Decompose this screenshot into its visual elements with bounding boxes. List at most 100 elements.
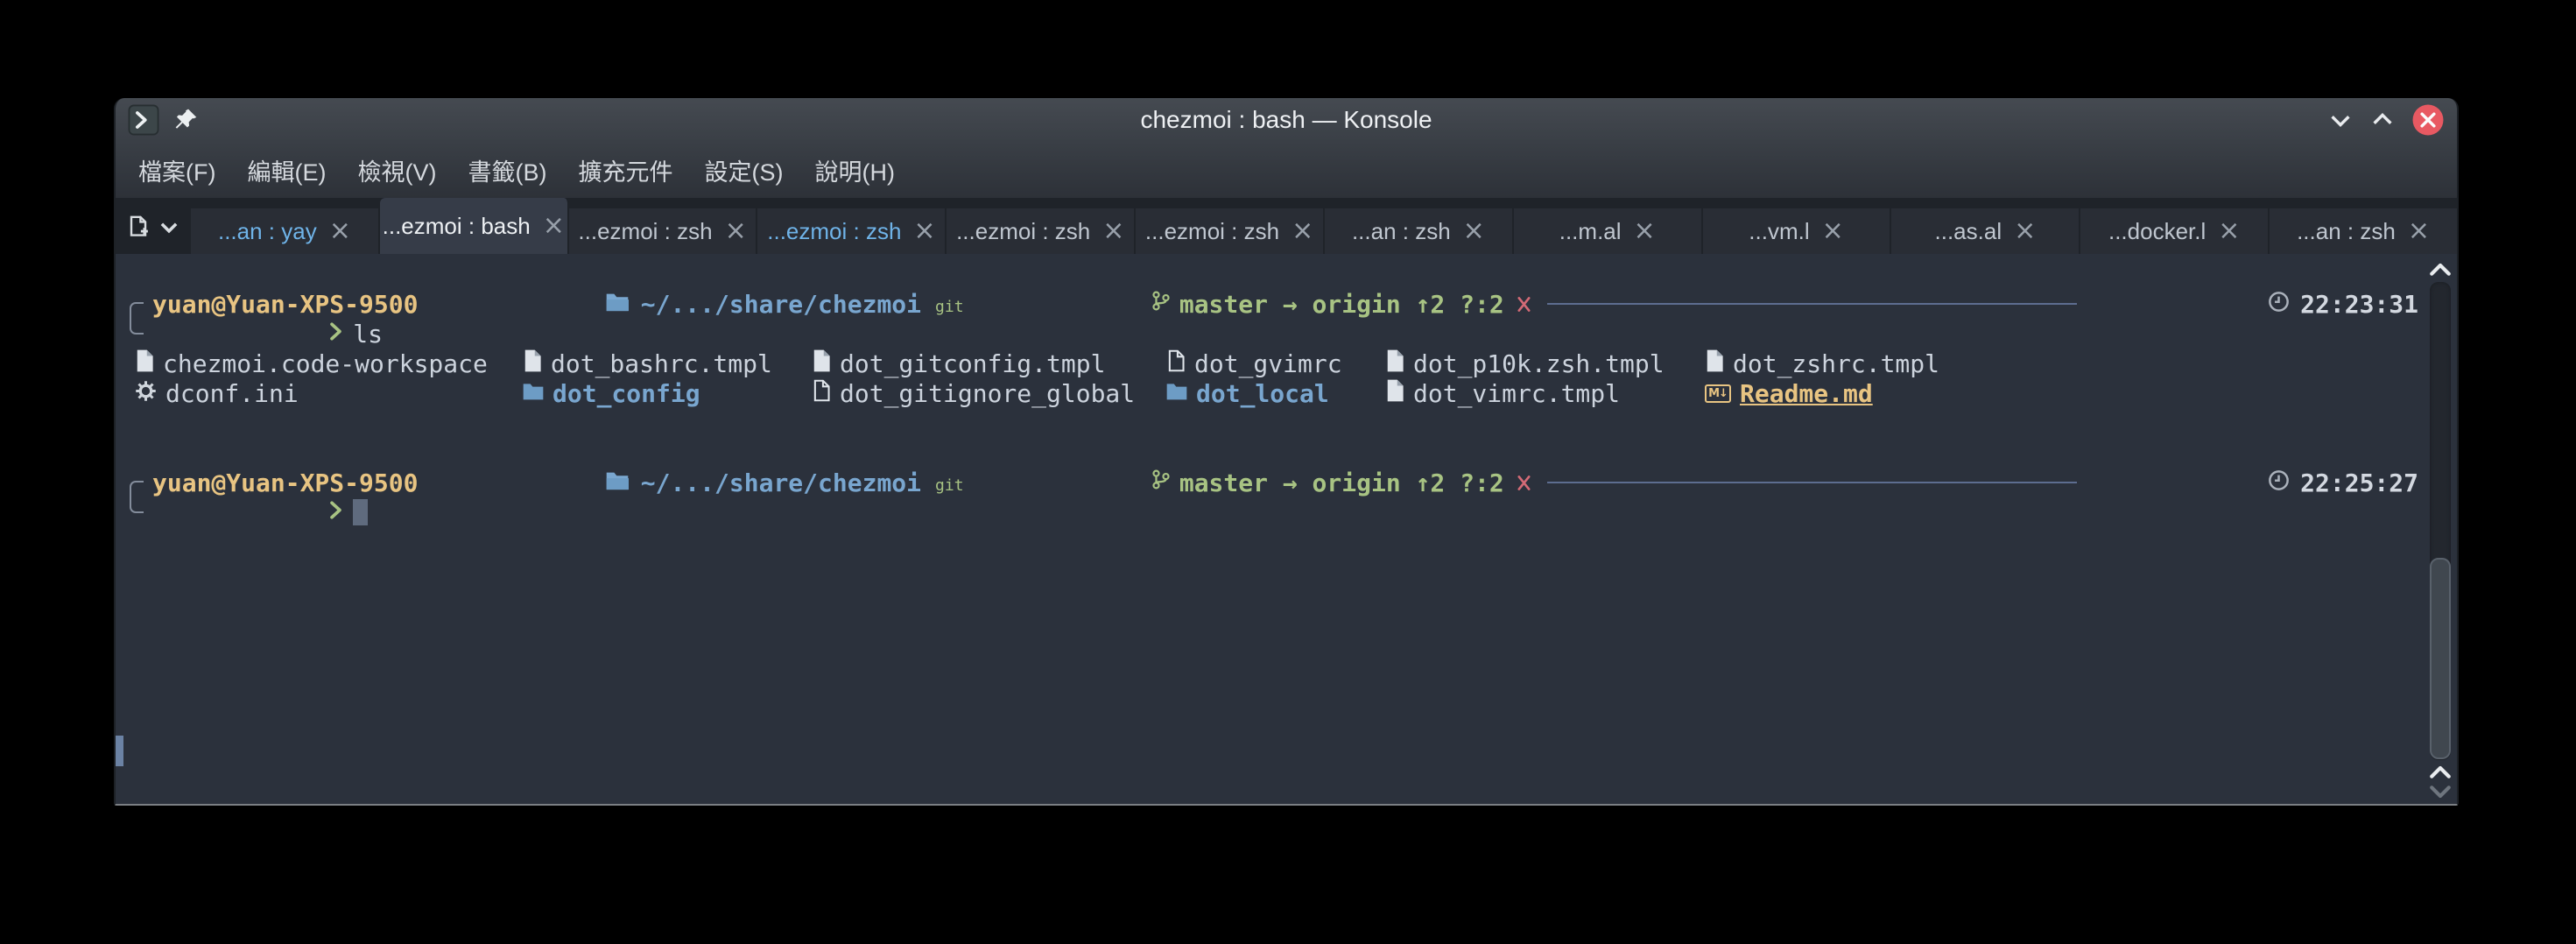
tab-label: ...vm.l (1749, 218, 1809, 245)
list-item: dot_local (1166, 378, 1329, 408)
tab-ezmoi-zsh-3[interactable]: ...ezmoi : zsh × (947, 208, 1136, 254)
tab-close-icon[interactable]: × (1463, 218, 1485, 244)
git-status: master → origin ↑2 ?:2 (1179, 290, 1504, 319)
profile-dropdown-button[interactable] (158, 215, 180, 243)
list-item: chezmoi.code-workspace (135, 349, 488, 378)
tab-close-icon[interactable]: × (329, 218, 351, 244)
git-branch-icon (975, 260, 1171, 348)
tab-close-icon[interactable]: × (1634, 218, 1656, 244)
file-icon (523, 349, 542, 378)
maximize-button[interactable] (2369, 107, 2396, 133)
prompt-separator-line (1547, 482, 2077, 483)
prompt-path: ~/.../share/chezmoi (641, 468, 921, 497)
prompt-block: yuan@Yuan-XPS-9500 ~/.../share/chezmoi g… (130, 289, 2418, 349)
menu-help[interactable]: 說明(H) (799, 144, 910, 196)
gear-icon (135, 379, 157, 408)
dirty-mark-icon (1517, 473, 1531, 493)
clock-icon (2091, 261, 2290, 348)
prompt-connector (130, 481, 144, 513)
konsole-window: chezmoi : bash — Konsole 檔案(F) 編輯(E) 檢視(… (114, 98, 2459, 806)
folder-icon (428, 440, 628, 526)
folder-icon (1166, 379, 1187, 408)
vcs-label: git (935, 476, 964, 495)
tab-close-icon[interactable]: × (725, 218, 747, 244)
git-branch-icon (975, 439, 1171, 526)
konsole-app-icon (128, 104, 159, 136)
scroll-up-icon[interactable] (2425, 259, 2455, 278)
clock-icon (2091, 440, 2290, 526)
command-text: ls (353, 320, 383, 349)
file-outline-icon (812, 379, 831, 408)
list-item: dot_gitconfig.tmpl (812, 349, 1105, 378)
tab-close-icon[interactable]: × (913, 218, 935, 244)
list-item: dot_gvimrc (1166, 349, 1342, 378)
tab-ezmoi-bash[interactable]: ...ezmoi : bash × (380, 198, 569, 254)
tab-close-icon[interactable]: × (1292, 218, 1313, 244)
menu-edit[interactable]: 編輯(E) (231, 144, 341, 196)
tab-an-zsh-1[interactable]: ...an : zsh × (1325, 208, 1514, 254)
scrollbar[interactable] (2425, 254, 2455, 804)
tab-close-icon[interactable]: × (2014, 218, 2036, 244)
tab-close-icon[interactable]: × (543, 213, 565, 239)
prompt-symbol-icon (152, 469, 342, 556)
menu-file[interactable]: 檔案(F) (123, 144, 231, 196)
folder-icon (523, 379, 544, 408)
tab-label: ...ezmoi : zsh (956, 218, 1090, 245)
tab-as-al[interactable]: ...as.al × (1891, 208, 2080, 254)
tab-ezmoi-zsh-2[interactable]: ...ezmoi : zsh × (757, 208, 947, 254)
list-item: dconf.ini (135, 378, 299, 408)
tab-ezmoi-zsh-4[interactable]: ...ezmoi : zsh × (1136, 208, 1325, 254)
ls-output-row: chezmoi.code-workspace dot_bashrc.tmpl d… (135, 349, 2418, 378)
tab-vm-l[interactable]: ...vm.l × (1703, 208, 1892, 254)
menu-settings[interactable]: 設定(S) (688, 144, 799, 196)
menubar: 檔案(F) 編輯(E) 檢視(V) 書籤(B) 擴充元件 設定(S) 說明(H) (116, 142, 2457, 198)
readme-link[interactable]: Readme.md (1740, 379, 1873, 408)
pin-icon[interactable] (173, 108, 198, 132)
markdown-icon: M↓ (1705, 384, 1731, 403)
scrollbar-thumb[interactable] (2430, 558, 2451, 759)
tab-close-icon[interactable]: × (2218, 218, 2240, 244)
list-item: dot_p10k.zsh.tmpl (1385, 349, 1665, 378)
file-icon (812, 349, 831, 378)
scroll-down-button-icon[interactable] (2425, 783, 2455, 802)
menu-plugins[interactable]: 擴充元件 (562, 144, 688, 196)
scroll-up-button-icon[interactable] (2425, 762, 2455, 781)
list-item: dot_vimrc.tmpl (1385, 378, 1620, 408)
list-item: M↓ Readme.md (1705, 378, 1873, 408)
tab-docker-l[interactable]: ...docker.l × (2080, 208, 2270, 254)
tab-label: ...an : yay (218, 218, 317, 245)
prompt-connector (130, 302, 144, 335)
file-icon (135, 349, 154, 378)
tab-close-icon[interactable]: × (1102, 218, 1124, 244)
terminal-view[interactable]: yuan@Yuan-XPS-9500 ~/.../share/chezmoi g… (116, 254, 2457, 804)
dirty-mark-icon (1517, 294, 1531, 314)
tab-ezmoi-zsh-1[interactable]: ...ezmoi : zsh × (569, 208, 758, 254)
file-icon (1705, 349, 1724, 378)
menu-bookmarks[interactable]: 書籤(B) (452, 144, 562, 196)
prompt-line: yuan@Yuan-XPS-9500 ~/.../share/chezmoi g… (152, 289, 2418, 319)
menu-view[interactable]: 檢視(V) (341, 144, 452, 196)
ls-output-row: dconf.ini dot_config dot_gitignore_globa… (135, 378, 2418, 408)
folder-icon (428, 261, 628, 348)
tab-label: ...as.al (1935, 218, 2002, 245)
prompt-block: yuan@Yuan-XPS-9500 ~/.../share/chezmoi g… (130, 468, 2418, 527)
window-title: chezmoi : bash — Konsole (116, 106, 2457, 134)
close-button[interactable] (2411, 103, 2445, 137)
tab-close-icon[interactable]: × (1822, 218, 1844, 244)
scroll-position-marker (116, 736, 123, 766)
titlebar[interactable]: chezmoi : bash — Konsole (116, 98, 2457, 142)
tab-close-icon[interactable]: × (2408, 218, 2430, 244)
tab-label: ...docker.l (2108, 218, 2206, 245)
tab-an-zsh-2[interactable]: ...an : zsh × (2270, 208, 2457, 254)
prompt-separator-line (1547, 303, 2077, 305)
new-tab-button[interactable] (124, 213, 152, 245)
tabbar: ...an : yay × ...ezmoi : bash × ...ezmoi… (116, 198, 2457, 254)
tab-m-al[interactable]: ...m.al × (1514, 208, 1703, 254)
tab-an-yay[interactable]: ...an : yay × (191, 208, 380, 254)
command-timestamp: 22:23:31 (2300, 290, 2418, 319)
file-icon (1385, 349, 1404, 378)
terminal-cursor (353, 499, 368, 525)
tab-label: ...an : zsh (2297, 218, 2396, 245)
minimize-button[interactable] (2327, 107, 2354, 133)
tab-label: ...ezmoi : zsh (1145, 218, 1279, 245)
